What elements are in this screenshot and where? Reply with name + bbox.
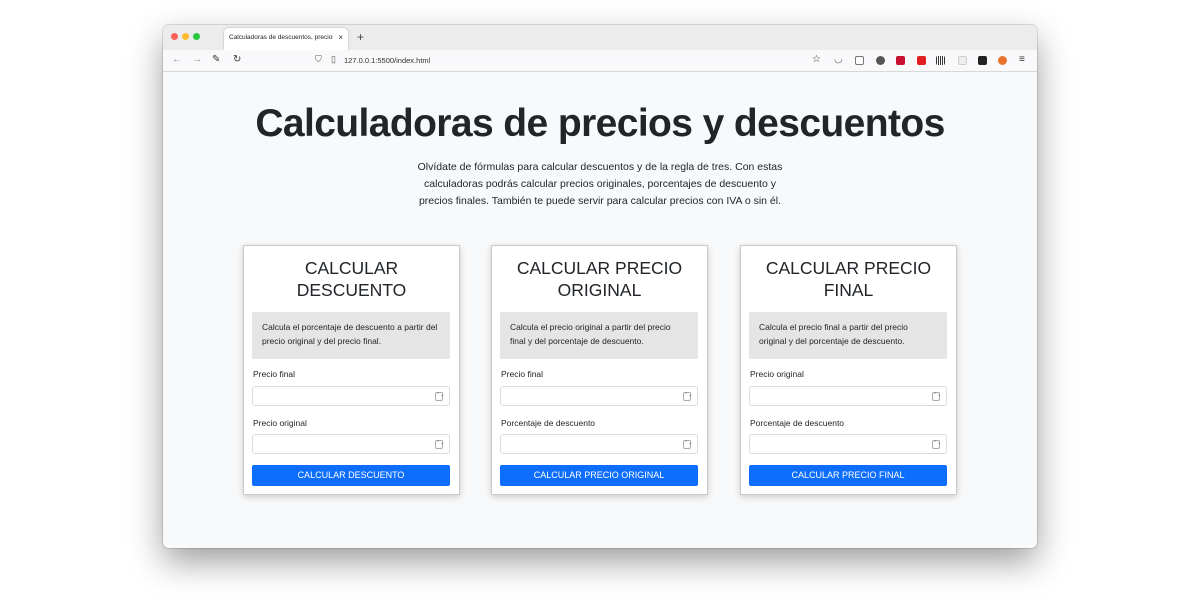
tab-close-icon[interactable]: × <box>338 33 343 42</box>
porcentaje-descuento-input[interactable]: ⌃⌄ <box>749 434 947 454</box>
card-title-line2: ORIGINAL <box>557 280 642 300</box>
card-title-line1: CALCULAR PRECIO <box>765 258 932 278</box>
close-window-button[interactable] <box>171 33 178 40</box>
calcular-precio-original-button[interactable]: CALCULAR PRECIO ORIGINAL <box>500 465 698 486</box>
extension-grid-icon[interactable] <box>936 56 945 65</box>
porcentaje-descuento-label: Porcentaje de descuento <box>501 418 596 428</box>
extension-orange-icon[interactable] <box>998 56 1007 65</box>
intro-text: Olvídate de fórmulas para calcular descu… <box>417 161 783 207</box>
precio-original-input[interactable]: ⌃⌄ <box>252 434 450 454</box>
menu-icon[interactable]: ≡ <box>1019 54 1025 66</box>
spinner-icon[interactable]: ⌃⌄ <box>435 440 444 449</box>
card-calcular-precio-final: CALCULAR PRECIO FINAL Calcula el precio … <box>740 245 957 495</box>
card-title-line2: DESCUENTO <box>296 280 407 300</box>
url-text[interactable]: 127.0.0.1:5500/index.html <box>344 56 430 65</box>
reader-icon[interactable] <box>855 56 864 65</box>
card-title-line1: CALCULAR <box>304 258 399 278</box>
bookmark-star-icon[interactable]: ☆ <box>812 54 821 66</box>
extension-dark-icon[interactable] <box>978 56 987 65</box>
precio-original-label: Precio original <box>253 418 307 428</box>
tools-icon[interactable]: ✎ <box>212 54 220 66</box>
page-icon: ▯ <box>331 54 336 64</box>
extension-shield-icon[interactable] <box>896 56 905 65</box>
card-calcular-descuento: CALCULAR DESCUENTO Calcula el porcentaje… <box>243 245 460 495</box>
precio-final-label: Precio final <box>253 369 296 379</box>
spinner-icon[interactable]: ⌃⌄ <box>435 392 444 401</box>
card-title: CALCULAR PRECIO ORIGINAL <box>492 257 707 301</box>
porcentaje-descuento-input[interactable]: ⌃⌄ <box>500 434 698 454</box>
browser-tab[interactable]: Calculadoras de descuentos, precios y po… <box>224 28 348 50</box>
spinner-icon[interactable]: ⌃⌄ <box>683 440 692 449</box>
navigation-bar: ← → ✎ ↻ ⛉ ▯ 127.0.0.1:5500/index.html ☆ … <box>163 50 1037 72</box>
shield-icon[interactable]: ⛉ <box>315 54 322 65</box>
page-content: Calculadoras de precios y descuentos Olv… <box>163 73 1037 548</box>
tab-title: Calculadoras de descuentos, precios y po… <box>229 34 333 41</box>
card-description: Calcula el precio original a partir del … <box>500 312 698 359</box>
card-description: Calcula el porcentaje de descuento a par… <box>252 312 450 359</box>
extension-red-icon[interactable] <box>917 56 926 65</box>
porcentaje-descuento-label: Porcentaje de descuento <box>750 418 845 428</box>
title-bar: Calculadoras de descuentos, precios y po… <box>163 25 1037 50</box>
browser-window: Calculadoras de descuentos, precios y po… <box>163 25 1037 548</box>
extension-blank-icon[interactable] <box>958 56 967 65</box>
calcular-descuento-button[interactable]: CALCULAR DESCUENTO <box>252 465 450 486</box>
calcular-precio-final-button[interactable]: CALCULAR PRECIO FINAL <box>749 465 947 486</box>
spinner-icon[interactable]: ⌃⌄ <box>932 392 941 401</box>
card-description: Calcula el precio final a partir del pre… <box>749 312 947 359</box>
reload-icon[interactable]: ↻ <box>233 54 241 66</box>
back-arrow-icon[interactable]: ← <box>172 54 182 66</box>
precio-final-label: Precio final <box>501 369 544 379</box>
minimize-window-button[interactable] <box>182 33 189 40</box>
extension-info-icon[interactable] <box>876 56 885 65</box>
card-title-line1: CALCULAR PRECIO <box>516 258 683 278</box>
forward-arrow-icon[interactable]: → <box>192 54 202 66</box>
address-bar[interactable]: ⛉ ▯ 127.0.0.1:5500/index.html <box>311 53 791 69</box>
card-title: CALCULAR DESCUENTO <box>244 257 459 301</box>
zoom-window-button[interactable] <box>193 33 200 40</box>
spinner-icon[interactable]: ⌃⌄ <box>683 392 692 401</box>
card-calcular-precio-original: CALCULAR PRECIO ORIGINAL Calcula el prec… <box>491 245 708 495</box>
precio-original-label: Precio original <box>750 369 804 379</box>
card-title-line2: FINAL <box>823 280 874 300</box>
pocket-icon[interactable]: ◡ <box>834 54 843 66</box>
spinner-icon[interactable]: ⌃⌄ <box>932 440 941 449</box>
page-title: Calculadoras de precios y descuentos <box>255 102 945 145</box>
precio-final-input[interactable]: ⌃⌄ <box>252 386 450 406</box>
card-title: CALCULAR PRECIO FINAL <box>741 257 956 301</box>
precio-final-input[interactable]: ⌃⌄ <box>500 386 698 406</box>
new-tab-button[interactable]: + <box>357 30 364 44</box>
precio-original-input[interactable]: ⌃⌄ <box>749 386 947 406</box>
